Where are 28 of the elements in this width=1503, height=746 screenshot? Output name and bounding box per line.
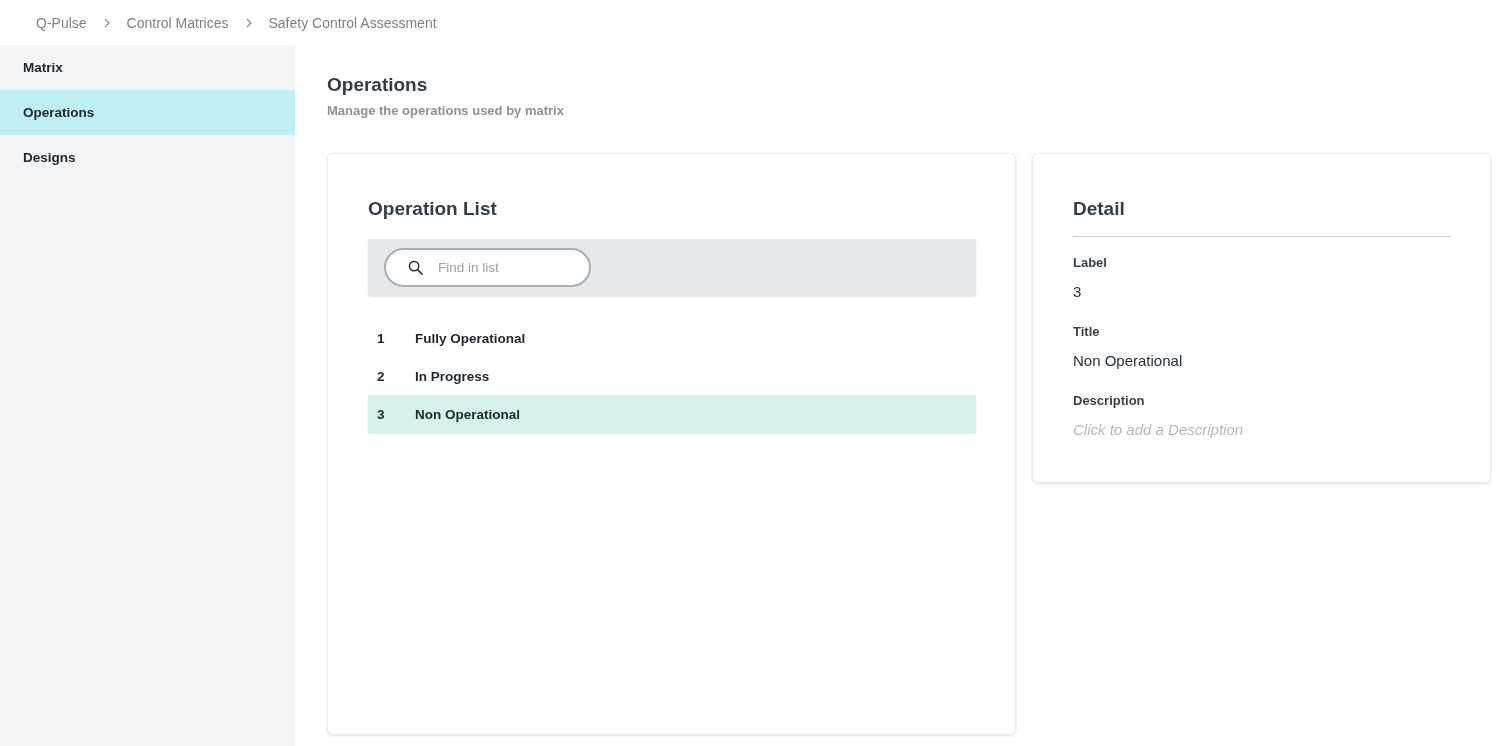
row-number: 2: [377, 368, 386, 384]
sidebar-item[interactable]: Designs: [0, 135, 295, 180]
breadcrumb-link[interactable]: Safety Control Assessment: [268, 14, 437, 31]
operation-row[interactable]: 3 Non Operational: [368, 395, 976, 433]
field-value: Non Operational: [1073, 352, 1184, 369]
search-icon: [408, 260, 423, 275]
breadcrumb-link[interactable]: Q-Pulse: [36, 14, 87, 31]
sidebar-item[interactable]: Matrix: [0, 45, 295, 90]
operation-row[interactable]: 2 In Progress: [368, 357, 976, 395]
operation-row[interactable]: 1 Fully Operational: [368, 319, 976, 357]
chevron-icon: [245, 17, 252, 28]
field-label: Label: [1073, 255, 1108, 270]
page-title: Operations: [327, 74, 429, 96]
field-label: Title: [1073, 324, 1101, 339]
breadcrumb-link[interactable]: Control Matrices: [126, 14, 229, 31]
page-subtitle: Manage the operations used by matrix: [327, 103, 565, 118]
card-title: Detail: [1073, 198, 1451, 237]
sidebar-item[interactable]: Operations: [0, 90, 295, 135]
field-value: 3: [1073, 283, 1083, 300]
field-label: Description: [1073, 393, 1146, 408]
chevron-icon: [103, 17, 110, 28]
card-title: Operation List: [368, 198, 498, 220]
row-title: In Progress: [415, 368, 490, 384]
row-title: Fully Operational: [415, 330, 526, 346]
search-field[interactable]: Find in list: [384, 248, 591, 287]
row-number: 1: [377, 330, 386, 346]
row-number: 3: [377, 406, 386, 422]
row-title: Non Operational: [415, 406, 520, 422]
